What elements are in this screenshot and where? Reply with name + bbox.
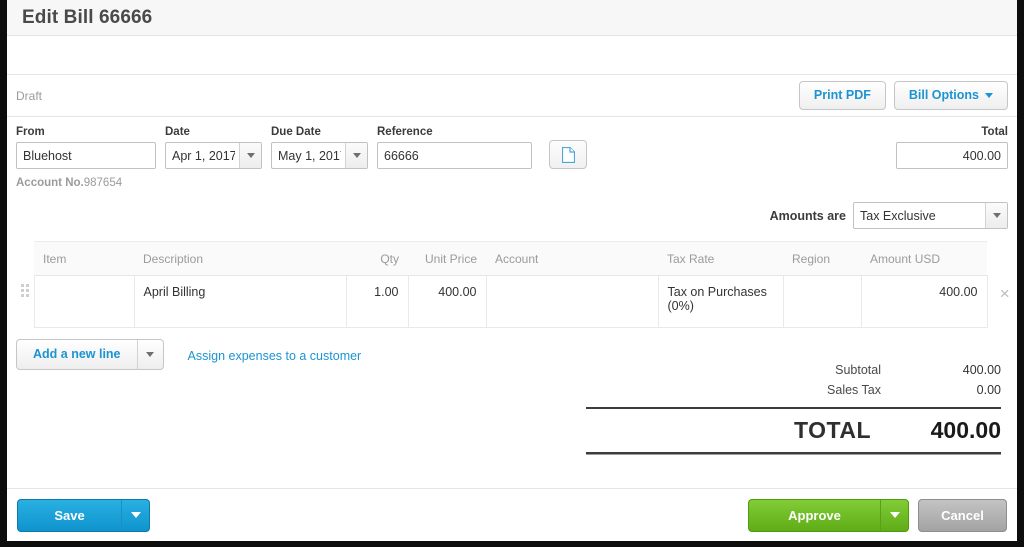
footer-action-bar: Save Approve Cancel [7,488,1017,541]
status-badge: Draft [16,88,43,103]
add-new-line-dropdown[interactable] [136,340,163,369]
sales-tax-row: Sales Tax 0.00 [586,380,1001,400]
due-date-label: Due Date [271,126,321,138]
subtotal-value: 400.00 [962,363,1001,377]
totals-bottom-divider [586,452,1001,455]
remove-row-cell[interactable]: × [987,276,1017,328]
reference-field-group: Reference [377,126,532,169]
footer-right-actions: Approve Cancel [748,498,1007,532]
account-number: Account No.987654 [16,177,1008,189]
status-action-row: Draft Print PDF Bill Options [7,75,1017,117]
amounts-are-combo[interactable] [853,202,1008,229]
window-title-bar: Edit Bill 66666 [7,0,1017,36]
grand-total-value: 400.00 [930,417,1001,443]
table-row: April Billing 1.00 400.00 Tax on Purchas… [16,275,1017,328]
grand-total-row: TOTAL 400.00 [586,409,1001,452]
line-items-header: Item Description Qty Unit Price Account … [16,241,1017,276]
save-button[interactable]: Save [17,498,150,532]
column-header-item: Item [34,241,134,276]
drag-handle-icon [20,283,29,297]
handle-column-header [16,242,34,276]
sales-tax-value: 0.00 [976,383,1001,397]
column-header-amount-usd: Amount USD [861,241,987,276]
total-label: Total [981,126,1008,138]
due-date-picker-toggle[interactable] [345,143,367,168]
column-header-region: Region [783,241,861,276]
cell-qty[interactable]: 1.00 [345,275,409,328]
bill-header-form: From Date Due Date Reference [7,117,1017,189]
chevron-down-icon [985,93,993,99]
column-header-qty: Qty [346,241,408,276]
attach-file-button[interactable] [549,140,587,169]
amounts-are-label: Amounts are [769,208,846,223]
save-dropdown[interactable] [121,499,149,531]
page-title: Edit Bill 66666 [22,6,153,28]
cell-amount-usd[interactable]: 400.00 [860,275,988,328]
document-page-icon [561,146,575,163]
line-items-body: April Billing 1.00 400.00 Tax on Purchas… [16,275,1017,328]
cell-unit-price[interactable]: 400.00 [407,275,487,328]
account-number-label: Account No. [16,177,84,189]
remove-column-header [987,242,1017,276]
date-field-group: Date [165,126,262,169]
row-drag-handle[interactable] [16,276,34,328]
date-combo[interactable] [165,142,262,169]
fields-row: From Date Due Date Reference [16,126,1008,169]
chevron-down-icon [352,153,361,158]
due-date-field-group: Due Date [271,126,368,169]
approve-button[interactable]: Approve [748,498,909,532]
chevron-down-icon [146,351,155,357]
date-label: Date [165,126,190,138]
toolbar-spacer [7,36,1017,75]
due-date-combo[interactable] [271,142,368,169]
amounts-are-row: Amounts are [7,189,1017,241]
cell-tax-rate[interactable]: Tax on Purchases (0%) [657,275,784,328]
approve-label[interactable]: Approve [749,500,880,531]
from-field-group: From [16,126,156,169]
add-new-line-label[interactable]: Add a new line [17,340,137,369]
account-number-value: 987654 [83,177,123,189]
line-items-table-wrapper: Item Description Qty Unit Price Account … [7,241,1017,328]
cell-account[interactable] [485,275,659,328]
save-label[interactable]: Save [18,500,121,531]
subtotal-label: Subtotal [835,363,881,377]
amounts-are-toggle[interactable] [985,203,1007,228]
cell-item[interactable] [33,275,135,328]
assign-expenses-link[interactable]: Assign expenses to a customer [188,349,362,363]
from-input[interactable] [16,142,156,169]
approve-dropdown[interactable] [880,499,908,531]
cell-description[interactable]: April Billing [133,275,347,328]
subtotal-row: Subtotal 400.00 [586,360,1001,380]
chevron-down-icon [130,512,141,518]
total-field-group: Total [896,126,1008,169]
chevron-down-icon [889,512,900,518]
sales-tax-label: Sales Tax [827,383,881,397]
reference-label: Reference [377,126,433,138]
bill-options-label: Bill Options [908,88,979,103]
chevron-down-icon [246,153,255,158]
bill-edit-window: Edit Bill 66666 Draft Print PDF Bill Opt… [0,0,1024,547]
column-header-description: Description [134,241,346,276]
line-items-table: Item Description Qty Unit Price Account … [16,241,1017,328]
total-input[interactable] [896,142,1008,169]
cell-region[interactable] [782,275,862,328]
chevron-down-icon [992,213,1001,218]
column-header-unit-price: Unit Price [408,241,486,276]
status-actions: Print PDF Bill Options [798,81,1008,110]
totals-block: Subtotal 400.00 Sales Tax 0.00 TOTAL 400… [586,360,1001,455]
line-items-header-row: Item Description Qty Unit Price Account … [16,241,1017,276]
column-header-tax-rate: Tax Rate [658,241,783,276]
add-new-line-button[interactable]: Add a new line [16,339,164,370]
column-header-account: Account [486,241,658,276]
print-pdf-button[interactable]: Print PDF [798,81,886,110]
grand-total-label: TOTAL [793,417,871,443]
cancel-button[interactable]: Cancel [918,498,1007,532]
bill-options-button[interactable]: Bill Options [893,81,1008,110]
reference-input[interactable] [377,142,532,169]
date-picker-toggle[interactable] [239,143,261,168]
from-label: From [16,126,45,138]
close-icon[interactable]: × [1000,284,1010,303]
